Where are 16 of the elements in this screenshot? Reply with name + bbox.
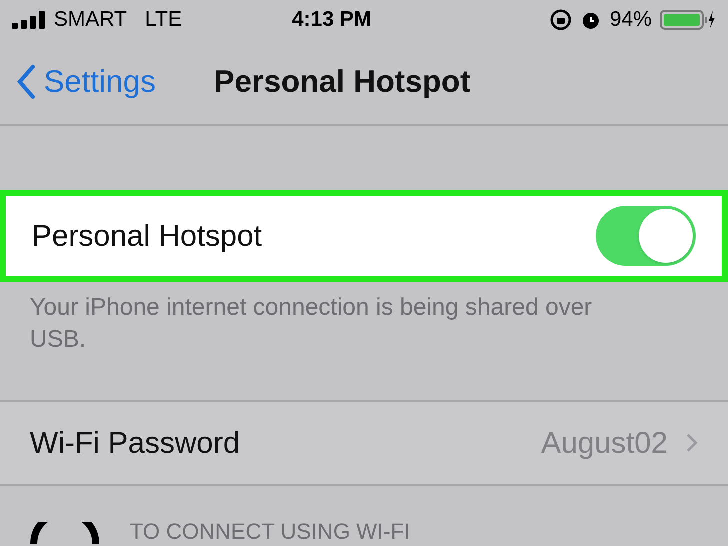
row-label: Personal Hotspot <box>32 218 262 254</box>
battery-percent: 94% <box>610 7 652 34</box>
row-label: Wi-Fi Password <box>30 426 240 462</box>
rotation-lock-icon <box>550 9 572 31</box>
chevron-right-icon <box>686 433 698 453</box>
page-title: Personal Hotspot <box>214 62 471 101</box>
carrier-name: SMART <box>54 7 128 34</box>
wifi-password-row[interactable]: Wi-Fi Password August02 <box>0 400 728 486</box>
row-value: August02 <box>541 426 668 462</box>
network-type: LTE <box>145 7 182 34</box>
signal-icon <box>12 11 48 29</box>
chevron-left-icon <box>16 64 36 100</box>
footer-note: Your iPhone internet connection is being shared over USB. <box>29 293 594 355</box>
status-time: 4:13 PM <box>292 7 372 34</box>
battery-charging-icon <box>660 9 716 31</box>
section-heading: TO CONNECT USING WI-FI <box>130 520 410 544</box>
